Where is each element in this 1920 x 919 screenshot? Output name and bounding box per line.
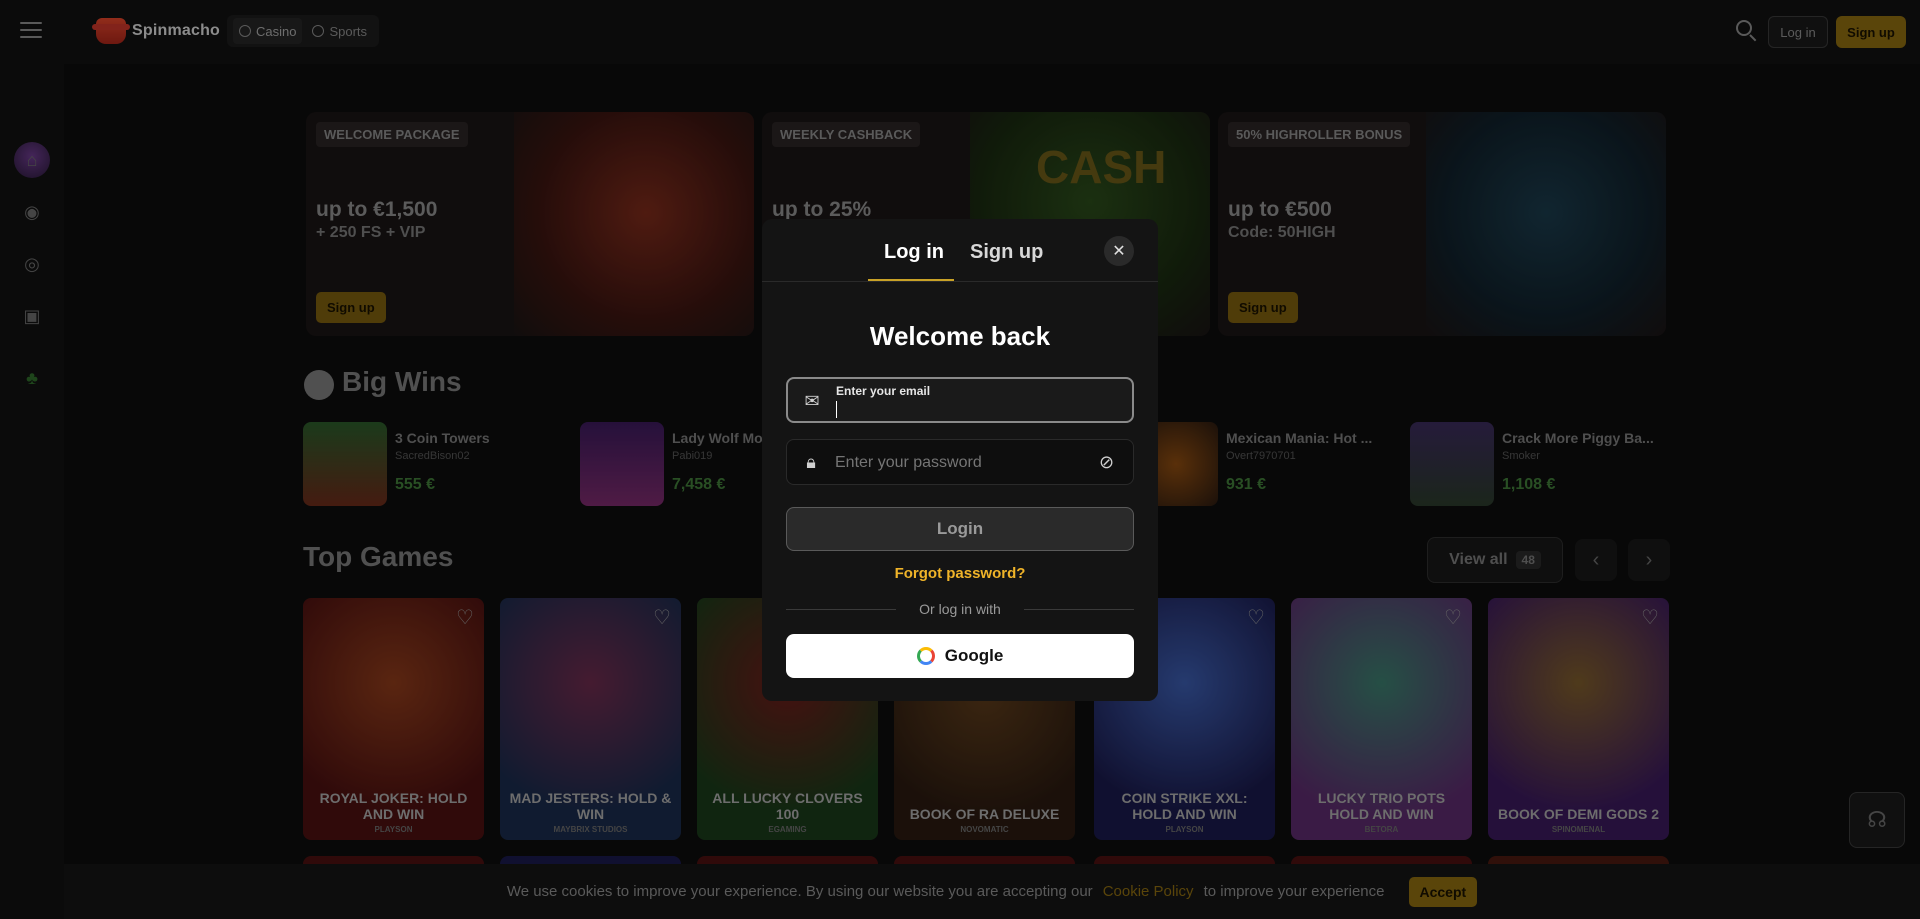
envelope-icon: ✉ xyxy=(804,390,820,411)
login-modal: Log in Sign up ✕ Welcome back ✉ Enter yo… xyxy=(762,219,1158,701)
tab-signup[interactable]: Sign up xyxy=(970,241,1043,264)
or-divider: Or log in with xyxy=(786,601,1134,617)
tab-login[interactable]: Log in xyxy=(884,241,944,264)
email-label: Enter your email xyxy=(836,384,931,398)
text-caret xyxy=(836,401,837,418)
lock-icon: 🔒︎ xyxy=(806,451,816,472)
forgot-password-link[interactable]: Forgot password? xyxy=(762,565,1158,582)
password-input[interactable] xyxy=(835,452,1115,474)
email-input[interactable] xyxy=(836,401,1116,419)
modal-title: Welcome back xyxy=(869,321,1051,351)
active-tab-indicator xyxy=(868,279,954,281)
google-login-button[interactable]: Google xyxy=(786,634,1134,678)
divider-line-right xyxy=(1024,609,1134,610)
google-label: Google xyxy=(944,646,1004,665)
close-icon[interactable]: ✕ xyxy=(1104,236,1134,266)
modal-tabs: Log in Sign up ✕ xyxy=(762,219,1158,282)
email-field[interactable]: ✉ Enter your email xyxy=(786,377,1134,423)
google-icon xyxy=(916,647,935,665)
password-field[interactable]: 🔒︎ ⊘ xyxy=(786,439,1134,485)
login-button[interactable]: Login xyxy=(786,507,1134,551)
hide-password-icon[interactable]: ⊘ xyxy=(1099,452,1121,472)
